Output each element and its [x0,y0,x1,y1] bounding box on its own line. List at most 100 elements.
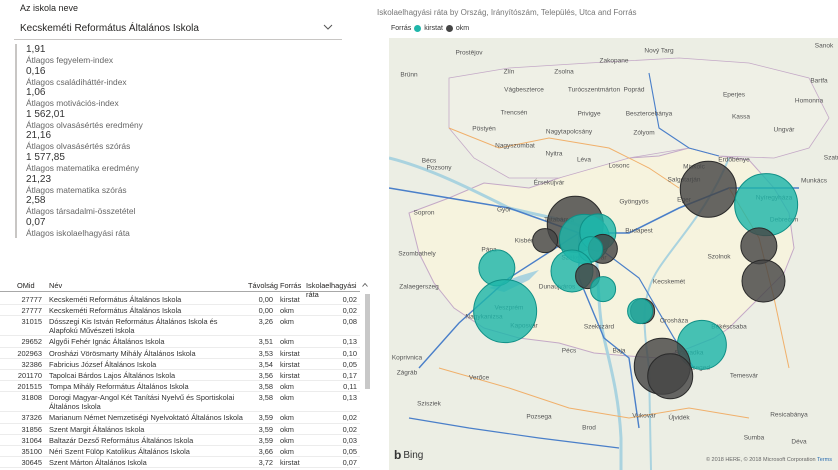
map-place-label: Zalaegerszeg [399,283,439,291]
cell-distance: 3,51 [258,337,273,347]
cell-name: Dorogi Magyar-Angol Két Tanítási Nyelvű … [49,393,235,412]
map-place-label: Szombathely [398,250,436,258]
col-header-source[interactable]: Forrás [280,281,301,290]
kpi-value: 21,16 [26,130,52,142]
kpi-value: 21,23 [26,173,52,185]
map-place-label: Léva [576,156,592,164]
legend-title: Forrás [391,25,412,32]
kpi-value: 1 577,85 [26,151,65,163]
bing-mark-icon: b [394,448,402,462]
table-row[interactable]: 27777 Kecskeméti Református Általános Isk… [0,294,360,306]
map-place-label: Bécs [421,157,437,165]
table-row[interactable]: 32386 Fabricius József Általános Iskola 3,… [0,359,360,370]
map-place-label: Bartfa [810,77,828,85]
col-header-distance[interactable]: Távolság [248,281,278,290]
map-place-label: Pécs [561,347,577,355]
cell-distance: 3,56 [258,370,273,380]
map-place-label: Verőce [468,374,490,382]
cell-omid: 27777 [21,295,42,304]
cell-name: Marianum Német Nemzetiségi Nyelvoktató Á… [49,413,243,423]
map-bubble-okm[interactable] [741,259,785,303]
kpi-label: Átlagos olvasásértés szórás [26,141,131,152]
map-place-label: Munkács [800,177,828,185]
map-place-label: Pöstyén [472,125,496,133]
scrollbar-thumb[interactable] [365,294,370,389]
table-row[interactable]: 29652 Algyői Fehér Ignác Általános Iskola… [0,336,360,348]
map-place-label: Sopron [413,209,435,217]
map-bubble-okm[interactable] [647,353,693,400]
legend-okm-label[interactable]: okm [456,25,469,32]
map-legend: Forrás kirstat okm [391,25,469,32]
map-place-label: Szisziek [417,400,441,408]
cell-dropout-rate: 0,02 [342,413,357,423]
col-header-omid[interactable]: OMid [17,281,35,290]
col-header-name[interactable]: Név [49,281,62,290]
map-place-label: Losonc [608,162,630,170]
kpi-value: 2,58 [26,195,46,207]
map-place-label: Nový Targ [644,47,674,55]
table-row[interactable]: 35100 Néri Szent Fülöp Katolikus Általáno… [0,446,360,458]
terms-link[interactable]: Terms [817,457,832,463]
map-place-label: Resicabánya [770,411,808,419]
table-row[interactable]: 30645 Szent Márton Általános Iskola 3,72 ki… [0,457,360,469]
map-place-label: Temesvár [729,372,759,380]
table-row[interactable]: 27777 Kecskeméti Református Általános Isk… [0,305,360,317]
cell-name: Dósszegi Kis István Református Általános… [49,317,218,336]
map-place-label: Érsekújvár [533,179,565,187]
cell-distance: 3,59 [258,413,273,423]
chevron-down-icon[interactable] [322,21,334,33]
cell-name: Kecskeméti Református Általános Iskola [49,306,182,316]
map-canvas[interactable]: Nový Targ Sanok Zakopane Bartfa Prostějov Zlí… [389,38,838,470]
map-place-label: Sanok [814,42,834,50]
kpi-card: 1 577,85 Átlagos matematika eredmény [26,152,315,174]
legend-kirstat-label[interactable]: kirstat [424,25,443,32]
kpi-label: Átlagos fegyelem-index [26,55,114,65]
cell-dropout-rate: 0,05 [342,359,357,369]
cell-name: Orosházi Vörösmarty Mihály Általános Isk… [49,348,196,358]
map-place-label: Sumba [743,434,765,442]
table-row[interactable]: 202963 Orosházi Vörösmarty Mihály Általán… [0,348,360,359]
map-place-label: Koprivnica [391,354,423,362]
map-visual: Iskolaelhagyási ráta by Ország, Irányító… [372,0,838,470]
cell-omid: 201515 [17,382,42,392]
table-row[interactable]: 201515 Tompa Mihály Református Általános … [0,381,360,393]
school-name-dropdown[interactable]: Kecskeméti Református Általános Iskola [14,18,342,40]
cell-omid: 35100 [21,446,42,456]
map-title: Iskolaelhagyási ráta by Ország, Irányító… [377,8,637,17]
cell-distance: 3,66 [258,446,273,456]
cell-omid: 31808 [21,393,42,403]
kpi-label: Átlagos matematika szórás [26,184,127,195]
cell-omid: 32386 [21,359,42,369]
table-row[interactable]: 31064 Baltazár Dezső Református Általános… [0,435,360,446]
map-place-label: Budapest [625,227,653,235]
kpi-card: 2,58 Átlagos társadalmi-összetétel [26,195,315,217]
table-row[interactable]: 31015 Dósszegi Kis István Református Álta… [0,316,360,337]
map-place-label: Besztercebánya [625,110,673,118]
map-place-label: Brod [582,424,596,432]
cell-omid: 202963 [17,348,42,358]
map-place-label: Kisbér [514,237,534,245]
kpi-value: 1 562,01 [26,108,65,120]
map-bubble-kirstat[interactable] [734,172,798,237]
map-place-label: Erdőbénye [718,156,750,164]
cell-distance: 0,00 [258,295,273,304]
map-bubble-kirstat[interactable] [627,298,653,325]
cell-omid: 30645 [21,458,42,468]
cell-dropout-rate: 0,08 [342,317,357,327]
scroll-up-arrow-icon[interactable] [362,282,368,288]
table-row[interactable]: 31808 Dorogi Magyar-Angol Két Tanítási Ny… [0,392,360,413]
table-row[interactable]: 37326 Marianum Német Nemzetiségi Nyelvokt… [0,412,360,424]
cell-name: Kecskeméti Református Általános Iskola [49,295,182,304]
table-header: OMid Név Távolság Forrás Iskolaelhagyási… [0,280,368,299]
table-row[interactable]: 31856 Szent Margit Általános Iskola 3,59 ok… [0,424,360,435]
map-bubble-okm[interactable] [531,227,558,254]
map-bubble-kirstat[interactable] [473,279,537,344]
cell-dropout-rate: 0,11 [343,382,357,392]
cell-omid: 201170 [17,370,42,380]
table-scrollbar[interactable] [364,294,371,466]
cell-distance: 3,53 [258,348,273,358]
table-row[interactable]: 201170 Tapolcai Bárdos Lajos Általános Is… [0,370,360,382]
cell-distance: 3,59 [258,435,273,445]
map-bubble-kirstat[interactable] [589,276,616,303]
cell-omid: 27777 [21,306,42,316]
